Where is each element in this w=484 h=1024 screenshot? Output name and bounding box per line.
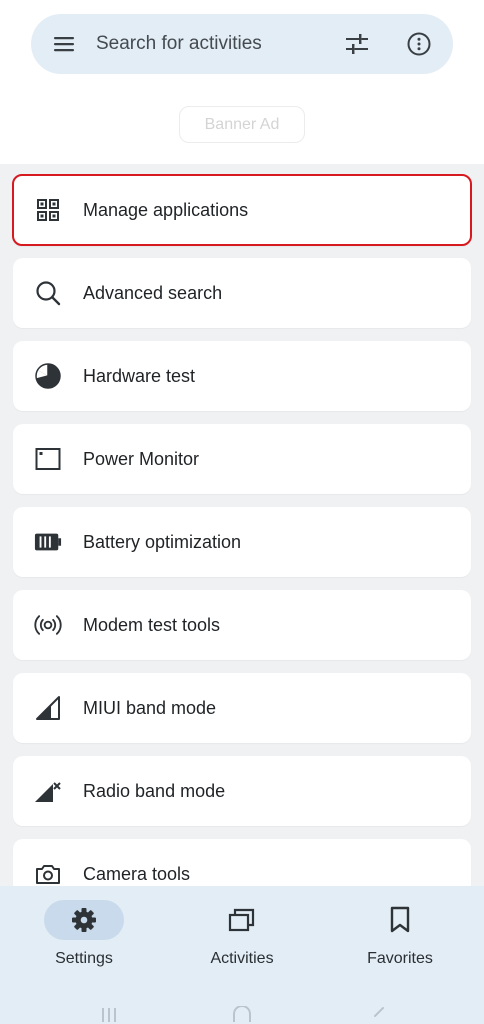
bottom-navigation: Settings Activities Favorites xyxy=(0,886,484,1024)
pie-chart-icon xyxy=(34,362,62,390)
menu-button[interactable] xyxy=(50,30,78,58)
list-item-power-monitor[interactable]: Power Monitor xyxy=(13,424,471,494)
list-item-radio-band-mode[interactable]: Radio band mode xyxy=(13,756,471,826)
gear-icon xyxy=(71,907,97,933)
nav-icon-container xyxy=(360,900,440,940)
list-item-label: Camera tools xyxy=(83,864,191,884)
search-bar[interactable]: Search for activities xyxy=(31,14,453,74)
window-icon xyxy=(34,445,62,473)
nav-tab-favorites[interactable]: Favorites xyxy=(344,900,464,990)
tune-icon xyxy=(344,31,370,57)
nav-tab-activities[interactable]: Activities xyxy=(186,900,306,990)
banner-ad[interactable]: Banner Ad xyxy=(179,106,305,143)
list-item-label: Power Monitor xyxy=(83,449,200,469)
nav-label-favorites: Favorites xyxy=(367,950,433,967)
list-item-advanced-search[interactable]: Advanced search xyxy=(13,258,471,328)
back-icon xyxy=(371,1006,387,1022)
list-item-modem-test-tools[interactable]: Modem test tools xyxy=(13,590,471,660)
nav-label-activities: Activities xyxy=(210,950,274,967)
recent-apps-button[interactable] xyxy=(97,1006,121,1024)
list-item-label: Hardware test xyxy=(83,366,196,386)
filter-button[interactable] xyxy=(343,30,371,58)
activity-list: Manage applications Advanced search Hard… xyxy=(0,164,484,904)
info-button[interactable] xyxy=(405,30,433,58)
nav-label-settings: Settings xyxy=(55,950,113,967)
search-icon xyxy=(34,279,62,307)
list-item-hardware-test[interactable]: Hardware test xyxy=(13,341,471,411)
nav-icon-container xyxy=(202,900,282,940)
list-item-label: Manage applications xyxy=(83,200,249,220)
list-item-label: MIUI band mode xyxy=(83,698,217,718)
signal-cellular-icon xyxy=(34,694,62,722)
search-input[interactable]: Search for activities xyxy=(96,32,262,56)
back-button[interactable] xyxy=(367,1006,391,1024)
camera-icon xyxy=(34,860,62,888)
recent-apps-icon xyxy=(99,1006,119,1022)
nav-tab-settings[interactable]: Settings xyxy=(28,900,148,990)
system-navigation-bar xyxy=(0,1004,484,1024)
list-item-label: Advanced search xyxy=(83,283,223,303)
list-item-battery-optimization[interactable]: Battery optimization xyxy=(13,507,471,577)
stacked-windows-icon xyxy=(228,907,256,933)
list-item-manage-applications[interactable]: Manage applications xyxy=(12,174,472,246)
radio-signal-icon xyxy=(34,611,62,639)
menu-icon xyxy=(52,32,76,56)
battery-icon xyxy=(34,528,62,556)
list-item-label: Modem test tools xyxy=(83,615,221,635)
info-icon xyxy=(406,31,432,57)
apps-grid-icon xyxy=(34,196,62,224)
bookmark-icon xyxy=(389,906,411,934)
nav-active-indicator xyxy=(44,900,124,940)
list-item-label: Radio band mode xyxy=(83,781,226,801)
list-item-label: Battery optimization xyxy=(83,532,242,552)
home-icon xyxy=(231,1006,253,1022)
signal-cellular-off-icon xyxy=(34,777,62,805)
home-button[interactable] xyxy=(230,1006,254,1024)
screen: Search for activities Banner Ad Manage a… xyxy=(0,0,484,1024)
list-item-miui-band-mode[interactable]: MIUI band mode xyxy=(13,673,471,743)
